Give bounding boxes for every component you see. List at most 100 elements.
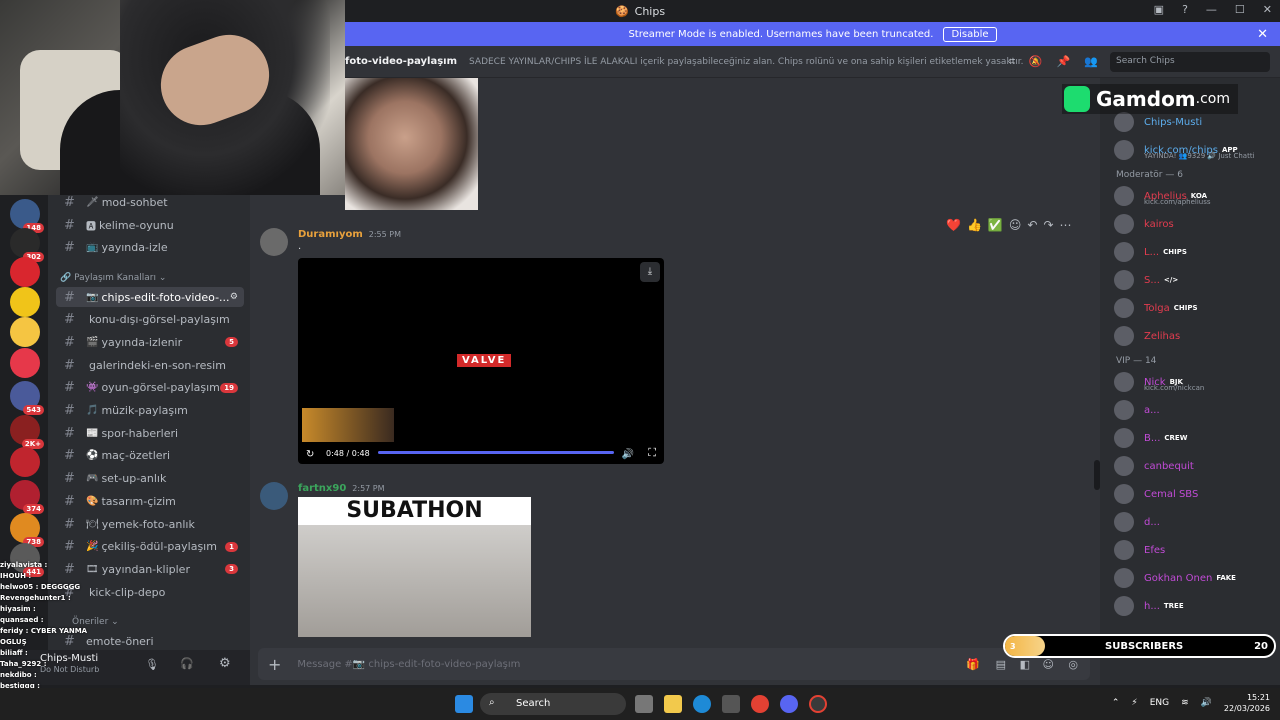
server-icon[interactable]: 374 (10, 480, 44, 514)
image-attachment[interactable] (345, 78, 478, 210)
member-item[interactable]: Aphelius KOA kick.com/apheliuss (1114, 184, 1280, 208)
taskbar-search[interactable]: Search (480, 693, 626, 715)
volume-tray-icon[interactable]: 🔊 (1201, 698, 1212, 708)
server-icon[interactable] (10, 317, 40, 347)
apps-icon[interactable]: ◎ (1068, 658, 1078, 671)
thumbs-up-reaction[interactable]: 👍 (967, 218, 982, 232)
member-item[interactable]: B... CREW (1114, 426, 1280, 450)
image-attachment[interactable]: SUBATHON (298, 497, 531, 637)
channel-item[interactable]: # 🗡 mod-sohbet (56, 195, 244, 212)
video-player[interactable]: ⤓ VALVE 0:48 / 0:48 ↻ 🔊 ⛶ (298, 258, 664, 464)
chevron-up-icon[interactable]: ⌃ (1112, 698, 1120, 708)
channel-item[interactable]: # 🅰kelime-oyunu (56, 215, 244, 235)
channel-item[interactable]: # 🎨 tasarım-çizim (56, 491, 244, 511)
channel-item[interactable]: # 🎬 yayında-izlenir 5 (56, 332, 244, 352)
member-item[interactable]: kick.com/chips APP YAYINDA! 👥9329 🔊 Just C… (1114, 138, 1280, 162)
channel-item[interactable]: # ⚽ maç-özetleri (56, 446, 244, 466)
member-item[interactable]: a... (1114, 398, 1280, 422)
member-item[interactable]: kairos (1114, 212, 1280, 236)
member-item[interactable]: Nick BJK kick.com/nickcan (1114, 370, 1280, 394)
channel-item[interactable]: # 🍽 yemek-foto-anlık (56, 514, 244, 534)
add-reaction-icon[interactable]: ☺ (1009, 218, 1022, 232)
more-icon[interactable]: ⋯ (1060, 218, 1072, 232)
emoji-icon[interactable]: ☺ (1043, 658, 1054, 671)
channel-item[interactable]: # 🎵 müzik-paylaşım (56, 401, 244, 421)
channel-item[interactable]: # 📺 yayında-izle (56, 237, 244, 257)
member-item[interactable]: L... CHIPS (1114, 240, 1280, 264)
channel-settings-icon[interactable]: ⚙ (230, 292, 238, 302)
discord-icon[interactable] (780, 695, 798, 713)
wifi-icon[interactable]: ≋ (1181, 698, 1189, 708)
member-item[interactable]: d... (1114, 510, 1280, 534)
file-explorer-icon[interactable] (664, 695, 682, 713)
server-icon[interactable]: 302 (10, 228, 44, 262)
download-icon[interactable]: ⤓ (640, 262, 660, 282)
channel-item[interactable]: # 🎉 çekiliş-ödül-paylaşım 1 (56, 537, 244, 557)
channel-category[interactable]: 🔗 Paylaşım Kanalları ⌄ (60, 273, 166, 283)
message-composer[interactable]: + Message #📷 chips-edit-foto-video-payla… (258, 648, 1090, 680)
forward-icon[interactable]: ↷ (1043, 218, 1053, 232)
microphone-icon[interactable]: 🎙 (145, 658, 159, 671)
help-icon[interactable]: ? (1182, 3, 1188, 16)
channel-item[interactable]: # 📷 chips-edit-foto-video-... ⚙ (56, 287, 244, 307)
gift-icon[interactable]: 🎁 (966, 658, 980, 671)
mute-icon[interactable]: 🔕 (1029, 55, 1043, 69)
gif-icon[interactable]: ▤ (996, 658, 1006, 671)
channel-item[interactable]: # galerindeki-en-son-resim (56, 355, 244, 375)
maximize-button[interactable]: ☐ (1235, 3, 1245, 16)
member-item[interactable]: Zelihas (1114, 324, 1280, 348)
message-author[interactable]: fartnx90 2:57 PM (298, 483, 385, 494)
obs-icon[interactable] (809, 695, 827, 713)
server-icon[interactable]: 543 (10, 381, 44, 415)
server-icon[interactable]: 2K+ (10, 415, 44, 449)
headphones-icon[interactable]: 🎧 (180, 657, 194, 670)
server-icon[interactable] (10, 447, 40, 477)
fullscreen-icon[interactable]: ⛶ (648, 446, 656, 460)
threads-icon[interactable]: ⌗ (1009, 55, 1015, 69)
volume-icon[interactable]: 🔊 (622, 449, 634, 460)
edge-icon[interactable] (693, 695, 711, 713)
task-view-icon[interactable] (635, 695, 653, 713)
channel-item[interactable]: # 👾 oyun-görsel-paylaşım 19 (56, 378, 244, 398)
server-icon[interactable] (10, 257, 40, 287)
member-item[interactable]: h... TREE (1114, 594, 1280, 618)
server-icon[interactable]: 148 (10, 199, 44, 233)
banner-close-icon[interactable]: ✕ (1257, 27, 1268, 42)
inbox-icon[interactable]: ▣ (1154, 3, 1164, 16)
sticker-icon[interactable]: ◧ (1020, 658, 1030, 671)
channel-item[interactable]: # 🎮 set-up-anlık (56, 469, 244, 489)
avatar[interactable] (260, 482, 288, 510)
store-icon[interactable] (722, 695, 740, 713)
minimize-button[interactable]: — (1206, 3, 1217, 16)
start-icon[interactable] (455, 695, 473, 713)
pin-icon[interactable]: 📌 (1057, 55, 1071, 69)
chrome-icon[interactable] (751, 695, 769, 713)
close-button[interactable]: ✕ (1263, 3, 1272, 16)
disable-button[interactable]: Disable (943, 26, 997, 42)
check-reaction[interactable]: ✅ (988, 218, 1003, 232)
member-item[interactable]: S... </> (1114, 268, 1280, 292)
video-progress-bar[interactable] (378, 451, 614, 454)
member-item[interactable]: canbequit (1114, 454, 1280, 478)
composer-input[interactable]: Message #📷 chips-edit-foto-video-paylaşı… (297, 659, 520, 670)
add-attachment-icon[interactable]: + (268, 655, 281, 674)
server-icon[interactable]: 738 (10, 513, 44, 547)
member-item[interactable]: Gokhan Onen FAKE (1114, 566, 1280, 590)
language-indicator[interactable]: ENG (1150, 698, 1169, 708)
clock[interactable]: 15:21 22/03/2026 (1224, 692, 1270, 714)
server-icon[interactable] (10, 287, 40, 317)
message-author[interactable]: Duramıyom 2:55 PM (298, 229, 401, 240)
members-icon[interactable]: 👥 (1084, 55, 1098, 69)
replay-icon[interactable]: ↻ (306, 449, 314, 460)
network-icon[interactable]: ⚡ (1131, 698, 1137, 708)
channel-item[interactable]: # 📰 spor-haberleri (56, 423, 244, 443)
heart-reaction[interactable]: ❤️ (946, 218, 961, 232)
member-item[interactable]: Efes (1114, 538, 1280, 562)
channel-item[interactable]: # konu-dışı-görsel-paylaşım (56, 310, 244, 330)
search-input[interactable]: Search Chips (1110, 51, 1270, 72)
member-item[interactable]: Cemal SBS (1114, 482, 1280, 506)
avatar[interactable] (260, 228, 288, 256)
settings-gear-icon[interactable]: ⚙ (219, 656, 231, 671)
reply-icon[interactable]: ↶ (1027, 218, 1037, 232)
server-icon[interactable] (10, 348, 40, 378)
